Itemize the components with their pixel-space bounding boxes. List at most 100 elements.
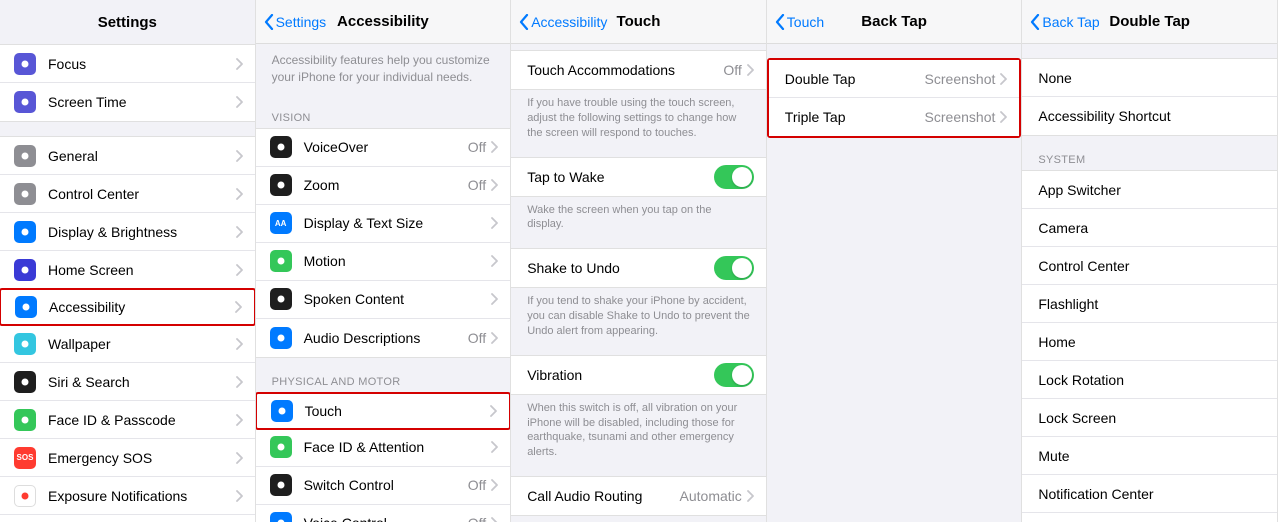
doubletap-row-camera[interactable]: Camera [1022, 209, 1277, 247]
a11y-row-voiceover[interactable]: VoiceOverOff [256, 129, 511, 167]
back-button[interactable]: Accessibility [519, 14, 607, 30]
nav-title: Back Tap [861, 13, 927, 30]
back-button[interactable]: Settings [264, 14, 327, 30]
doubletap-row-a11yshortcut[interactable]: Accessibility Shortcut [1022, 97, 1277, 135]
row-label: Audio Descriptions [304, 330, 468, 346]
chevron-right-icon [490, 255, 498, 267]
settings-panel: Settings FocusScreen Time GeneralControl… [0, 0, 256, 522]
a11y-row-audiodesc[interactable]: Audio DescriptionsOff [256, 319, 511, 357]
nav-bar: Settings Accessibility [256, 0, 511, 44]
group-header: PHYSICAL AND MOTOR [256, 372, 511, 392]
row-value: Off [468, 330, 486, 346]
doubletap-row-notifcenter[interactable]: Notification Center [1022, 475, 1277, 513]
row-label: Control Center [1038, 258, 1265, 274]
screentime-icon [14, 91, 36, 113]
row-label: Home Screen [48, 262, 235, 278]
chevron-right-icon [235, 490, 243, 502]
vibration-toggle[interactable] [714, 363, 754, 387]
doubletap-row-mute[interactable]: Mute [1022, 437, 1277, 475]
row-label: App Switcher [1038, 182, 1265, 198]
doubletap-row-home[interactable]: Home [1022, 323, 1277, 361]
faceatt-icon [270, 436, 292, 458]
shaketoundo-toggle[interactable] [714, 256, 754, 280]
row-value: Off [468, 139, 486, 155]
backtap-panel: Touch Back Tap Double TapScreenshotTripl… [767, 0, 1023, 522]
section-footer: If you tend to shake your iPhone by acci… [511, 288, 766, 341]
doubletap-row-none[interactable]: None [1022, 59, 1277, 97]
voicectl-icon [270, 512, 292, 522]
accessibility-icon [19, 300, 33, 314]
doubletap-row-lockscreen[interactable]: Lock Screen [1022, 399, 1277, 437]
a11y-row-faceatt[interactable]: Face ID & Attention [256, 429, 511, 467]
touch-row-callaudio[interactable]: Call Audio RoutingAutomatic [511, 477, 766, 515]
controlcenter-icon [14, 183, 36, 205]
settings-row-homescreen[interactable]: Home Screen [0, 251, 255, 289]
row-label: Screen Time [48, 94, 235, 110]
doubletap-row-reachability[interactable]: Reachability [1022, 513, 1277, 522]
touch-row-vibration[interactable]: Vibration [511, 356, 766, 394]
nav-bar: Accessibility Touch [511, 0, 766, 44]
row-label: Face ID & Attention [304, 439, 491, 455]
touch-row-shaketoundo[interactable]: Shake to Undo [511, 249, 766, 287]
nav-title: Touch [617, 13, 661, 30]
settings-row-exposure[interactable]: Exposure Notifications [0, 477, 255, 515]
chevron-right-icon [235, 452, 243, 464]
settings-row-faceid[interactable]: Face ID & Passcode [0, 401, 255, 439]
row-label: VoiceOver [304, 139, 468, 155]
backtap-row-doubletap[interactable]: Double TapScreenshot [769, 60, 1020, 98]
touch-row-taptowake[interactable]: Tap to Wake [511, 158, 766, 196]
chevron-right-icon [490, 332, 498, 344]
doubletap-row-lockrotation[interactable]: Lock Rotation [1022, 361, 1277, 399]
settings-row-screentime[interactable]: Screen Time [0, 83, 255, 121]
settings-row-controlcenter[interactable]: Control Center [0, 175, 255, 213]
a11y-row-motion[interactable]: Motion [256, 243, 511, 281]
settings-row-focus[interactable]: Focus [0, 45, 255, 83]
a11y-row-zoom[interactable]: ZoomOff [256, 167, 511, 205]
section-footer: Wake the screen when you tap on the disp… [511, 197, 766, 235]
system-header: SYSTEM [1022, 150, 1277, 170]
wallpaper-icon [14, 333, 36, 355]
doubletap-row-controlcenter[interactable]: Control Center [1022, 247, 1277, 285]
a11y-row-switchctl[interactable]: Switch ControlOff [256, 467, 511, 505]
a11y-row-textsize[interactable]: AADisplay & Text Size [256, 205, 511, 243]
row-label: Notification Center [1038, 486, 1265, 502]
settings-row-battery[interactable]: Battery [0, 515, 255, 522]
settings-row-wallpaper[interactable]: Wallpaper [0, 325, 255, 363]
back-button[interactable]: Touch [775, 14, 824, 30]
row-label: Mute [1038, 448, 1265, 464]
row-label: None [1038, 70, 1265, 86]
section-footer: If you have trouble using the touch scre… [511, 90, 766, 143]
chevron-left-icon [775, 14, 785, 30]
taptowake-toggle[interactable] [714, 165, 754, 189]
chevron-right-icon [235, 188, 243, 200]
row-label: Switch Control [304, 477, 468, 493]
backtap-row-tripletap[interactable]: Triple TapScreenshot [769, 98, 1020, 136]
row-label: Focus [48, 56, 235, 72]
doubletap-row-appswitcher[interactable]: App Switcher [1022, 171, 1277, 209]
row-label: Accessibility [49, 299, 234, 315]
touch-panel: Accessibility Touch Touch Accommodations… [511, 0, 767, 522]
settings-row-siri[interactable]: Siri & Search [0, 363, 255, 401]
doubletap-row-flashlight[interactable]: Flashlight [1022, 285, 1277, 323]
focus-icon [18, 57, 32, 71]
display-icon [18, 225, 32, 239]
nav-title: Accessibility [337, 13, 429, 30]
settings-row-general[interactable]: General [0, 137, 255, 175]
touch-row-accom[interactable]: Touch AccommodationsOff [511, 51, 766, 89]
faceid-icon [18, 413, 32, 427]
row-label: Siri & Search [48, 374, 235, 390]
chevron-right-icon [235, 150, 243, 162]
accessibility-panel: Settings Accessibility Accessibility fea… [256, 0, 512, 522]
intro-text: Accessibility features help you customiz… [256, 44, 511, 94]
settings-row-sos[interactable]: SOSEmergency SOS [0, 439, 255, 477]
settings-row-display[interactable]: Display & Brightness [0, 213, 255, 251]
a11y-row-voicectl[interactable]: Voice ControlOff [256, 505, 511, 522]
settings-row-accessibility[interactable]: Accessibility [0, 288, 256, 326]
a11y-row-spoken[interactable]: Spoken Content [256, 281, 511, 319]
a11y-row-touch[interactable]: Touch [256, 392, 512, 430]
zoom-icon [274, 178, 288, 192]
chevron-right-icon [490, 179, 498, 191]
chevron-right-icon [489, 405, 497, 417]
sos-icon: SOS [14, 447, 36, 469]
back-button[interactable]: Back Tap [1030, 14, 1099, 30]
